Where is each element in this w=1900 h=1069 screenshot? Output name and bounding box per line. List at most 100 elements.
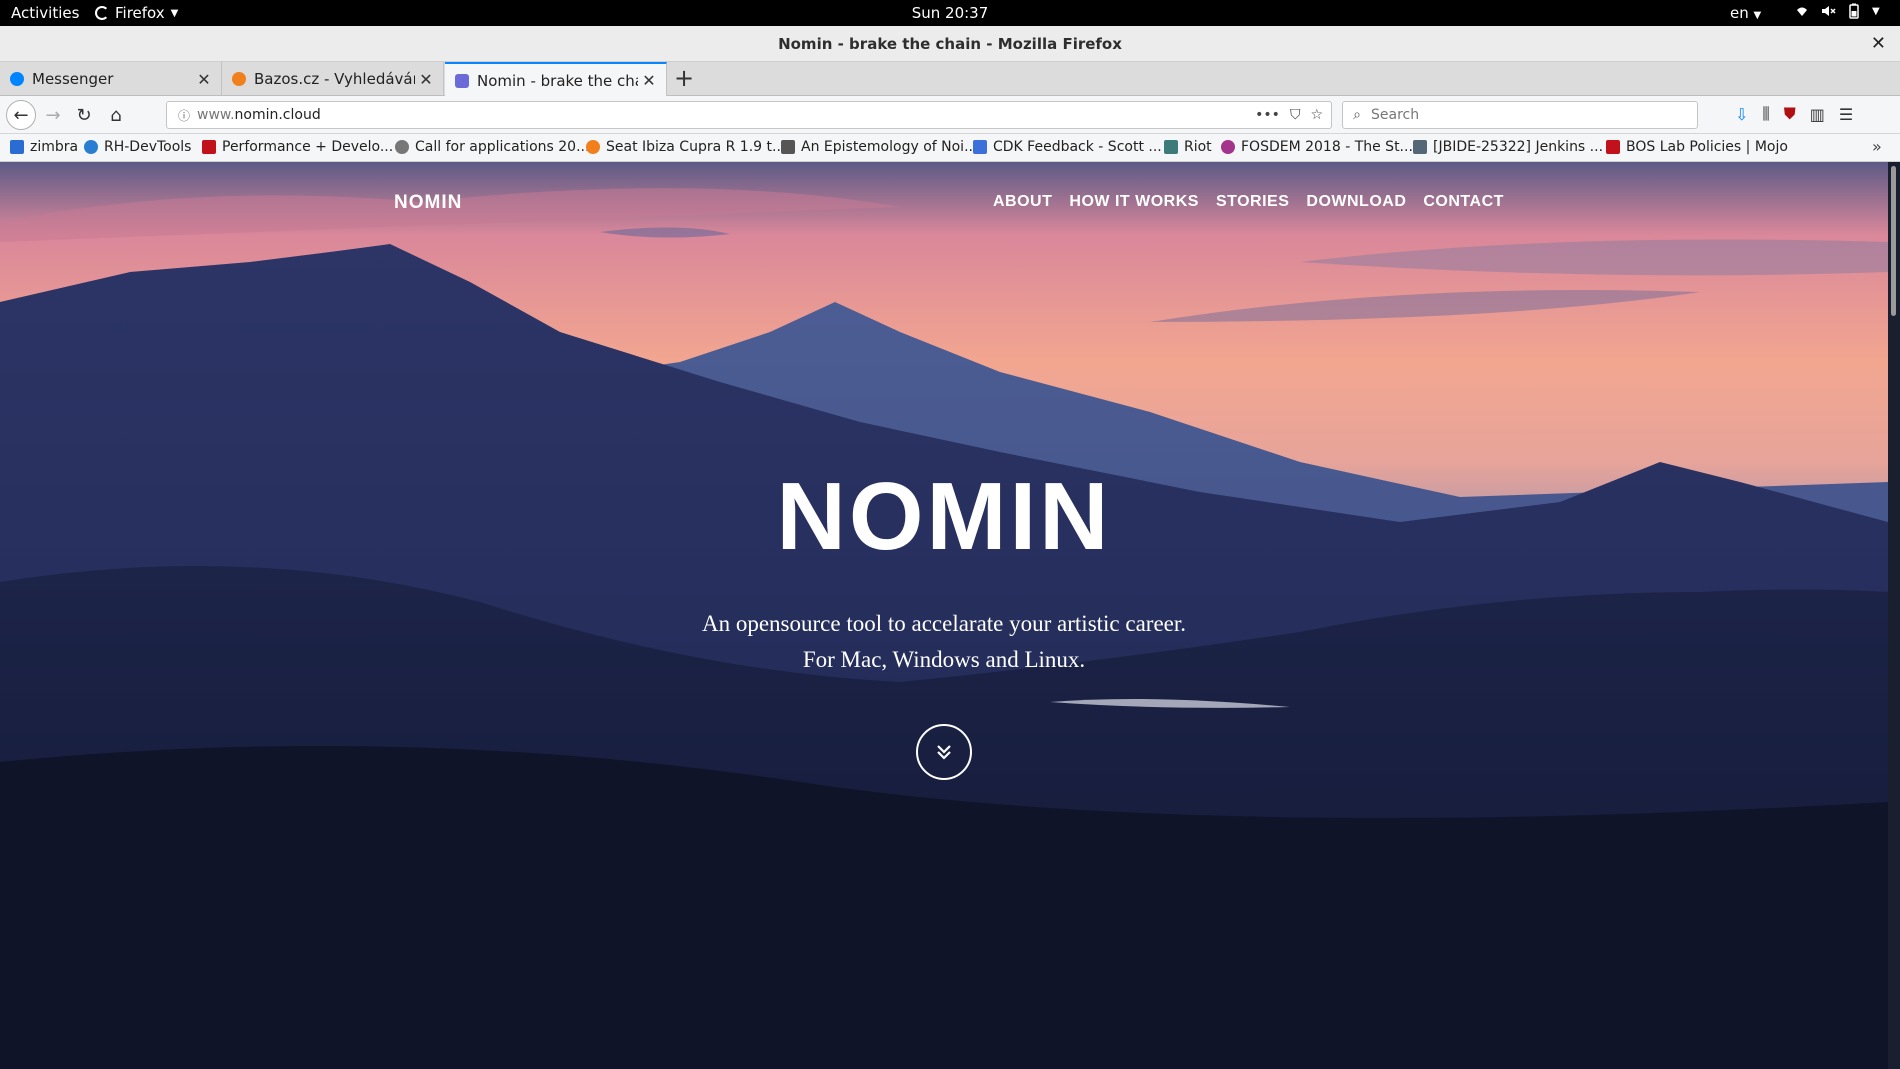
bazos-icon [232, 72, 246, 86]
bookmark-label: BOS Lab Policies | Mojo [1626, 139, 1788, 155]
pen-icon [781, 140, 795, 154]
redhat-icon [202, 140, 216, 154]
bookmark-bos-lab-policies[interactable]: BOS Lab Policies | Mojo [1606, 139, 1788, 155]
firefox-icon [95, 6, 109, 20]
site-nav: ABOUT HOW IT WORKS STORIES DOWNLOAD CONT… [993, 193, 1504, 211]
search-icon: ⌕ [1353, 107, 1361, 123]
page-viewport: NOMIN ABOUT HOW IT WORKS STORIES DOWNLOA… [0, 162, 1888, 1069]
page-scrollbar[interactable] [1888, 162, 1900, 1069]
caret-down-icon: ▼ [1872, 5, 1880, 17]
tab-close-icon[interactable]: ✕ [415, 70, 437, 89]
tab-close-icon[interactable]: ✕ [638, 71, 660, 90]
globe-icon [395, 140, 409, 154]
bookmark-label: FOSDEM 2018 - The St... [1241, 139, 1413, 155]
hero-title: NOMIN [776, 463, 1112, 570]
new-tab-icon[interactable]: + [672, 64, 696, 92]
bookmark-star-icon[interactable]: ☆ [1310, 107, 1323, 123]
nomin-icon [455, 73, 469, 88]
tab-label: Nomin - brake the chain [477, 71, 638, 90]
wifi-icon [1797, 7, 1807, 16]
bookmark-label: Seat Ibiza Cupra R 1.9 t... [606, 139, 786, 155]
messenger-icon [10, 72, 24, 86]
bookmark-call-for-applications[interactable]: Call for applications 20... [395, 139, 589, 155]
clock[interactable]: Sun 20:37 [912, 4, 989, 22]
tab-strip: Messenger ✕ Bazos.cz - Vyhledávání ✕ Nom… [0, 62, 1900, 97]
jira-icon [1413, 140, 1427, 154]
scrollbar-thumb[interactable] [1891, 166, 1896, 316]
search-bar[interactable]: ⌕ Search [1342, 101, 1698, 129]
double-chevron-down-icon [937, 745, 951, 760]
info-icon[interactable]: ⓘ [171, 107, 197, 124]
hamburger-menu-icon[interactable]: ☰ [1839, 105, 1853, 124]
rh-devtools-icon [84, 140, 98, 154]
home-icon[interactable]: ⌂ [103, 102, 129, 128]
search-input[interactable]: Search [1371, 107, 1419, 123]
library-icon[interactable]: ⫼ [1762, 104, 1769, 124]
bazos-icon [586, 140, 600, 154]
window-titlebar: Nomin - brake the chain - Mozilla Firefo… [0, 26, 1900, 62]
bookmark-cdk-feedback[interactable]: CDK Feedback - Scott ... [973, 139, 1162, 155]
pocket-icon[interactable]: ⛉ [1290, 107, 1301, 123]
hero-platforms: For Mac, Windows and Linux. [802, 647, 1086, 672]
bookmark-performance[interactable]: Performance + Develo... [202, 139, 393, 155]
nav-about-link[interactable]: ABOUT [993, 193, 1052, 211]
caret-down-icon: ▼ [170, 7, 179, 19]
bookmark-label: Riot [1184, 139, 1212, 155]
bookmark-fosdem[interactable]: FOSDEM 2018 - The St... [1221, 139, 1413, 155]
fosdem-icon [1221, 140, 1235, 154]
tab-close-icon[interactable]: ✕ [193, 70, 215, 89]
reload-icon[interactable]: ↻ [71, 102, 97, 128]
sidebar-icon[interactable]: ▥ [1810, 105, 1825, 124]
bookmark-epistemology[interactable]: An Epistemology of Noi... [781, 139, 977, 155]
bookmarks-toolbar: zimbra RH-DevTools Performance + Develo.… [0, 134, 1900, 162]
bookmark-label: CDK Feedback - Scott ... [993, 139, 1162, 155]
app-menu-label: Firefox [115, 4, 165, 22]
bookmark-label: Call for applications 20... [415, 139, 590, 155]
bookmark-seat-ibiza[interactable]: Seat Ibiza Cupra R 1.9 t... [586, 139, 785, 155]
language-indicator[interactable]: en ▼ [1730, 4, 1761, 22]
tab-nomin[interactable]: Nomin - brake the chain ✕ [445, 62, 667, 97]
back-icon[interactable]: ← [6, 100, 36, 130]
tab-bazos[interactable]: Bazos.cz - Vyhledávání ✕ [222, 62, 444, 96]
activities-button[interactable]: Activities [11, 4, 79, 22]
site-brand-logo[interactable]: NOMIN [394, 192, 462, 214]
nav-stories-link[interactable]: STORIES [1216, 193, 1289, 211]
tab-label: Messenger [32, 70, 114, 88]
bookmark-label: RH-DevTools [104, 139, 192, 155]
window-title: Nomin - brake the chain - Mozilla Firefo… [778, 35, 1122, 53]
caret-down-icon: ▼ [1753, 10, 1762, 21]
system-top-bar: Activities Firefox ▼ Sun 20:37 en ▼ ▼ [0, 0, 1900, 26]
address-bar[interactable]: ⓘ www.nomin.cloud ••• ⛉ ☆ [166, 101, 1332, 129]
bookmark-label: zimbra [30, 139, 79, 155]
url-text[interactable]: www.nomin.cloud [197, 107, 1255, 123]
app-menu[interactable]: Firefox ▼ [95, 4, 178, 22]
forward-icon[interactable]: → [40, 102, 66, 128]
bookmark-label: An Epistemology of Noi... [801, 139, 978, 155]
bookmark-zimbra[interactable]: zimbra [10, 139, 78, 155]
system-tray[interactable]: ▼ [1794, 3, 1880, 19]
hero-tagline: An opensource tool to accelarate your ar… [701, 611, 1187, 636]
download-icon[interactable]: ⇩ [1735, 105, 1748, 124]
redhat-icon [1606, 140, 1620, 154]
tab-label: Bazos.cz - Vyhledávání [254, 70, 415, 88]
nav-contact-link[interactable]: CONTACT [1423, 193, 1504, 211]
window-close-icon[interactable]: ✕ [1871, 26, 1886, 62]
bookmark-label: Performance + Develo... [222, 139, 394, 155]
nav-download-link[interactable]: DOWNLOAD [1306, 193, 1406, 211]
bookmark-jbide-jenkins[interactable]: [JBIDE-25322] Jenkins ... [1413, 139, 1603, 155]
language-label: en [1730, 4, 1749, 22]
bookmarks-overflow-icon[interactable]: » [1872, 137, 1882, 156]
tab-messenger[interactable]: Messenger ✕ [0, 62, 222, 96]
bookmark-rh-devtools[interactable]: RH-DevTools [84, 139, 191, 155]
nav-how-it-works-link[interactable]: HOW IT WORKS [1069, 193, 1199, 211]
page-actions-icon[interactable]: ••• [1255, 107, 1280, 123]
bookmark-riot[interactable]: Riot [1164, 139, 1212, 155]
volume-muted-icon [1822, 6, 1836, 16]
battery-icon [1849, 3, 1859, 19]
url-prefix: www. [197, 107, 235, 123]
scroll-down-button[interactable] [916, 724, 972, 780]
navigation-toolbar: ← → ↻ ⌂ ⓘ www.nomin.cloud ••• ⛉ ☆ ⌕ Sear… [0, 96, 1900, 134]
url-domain: nomin.cloud [234, 107, 321, 123]
bookmark-label: [JBIDE-25322] Jenkins ... [1433, 139, 1604, 155]
ublock-icon[interactable]: ⛊ [1784, 104, 1796, 124]
